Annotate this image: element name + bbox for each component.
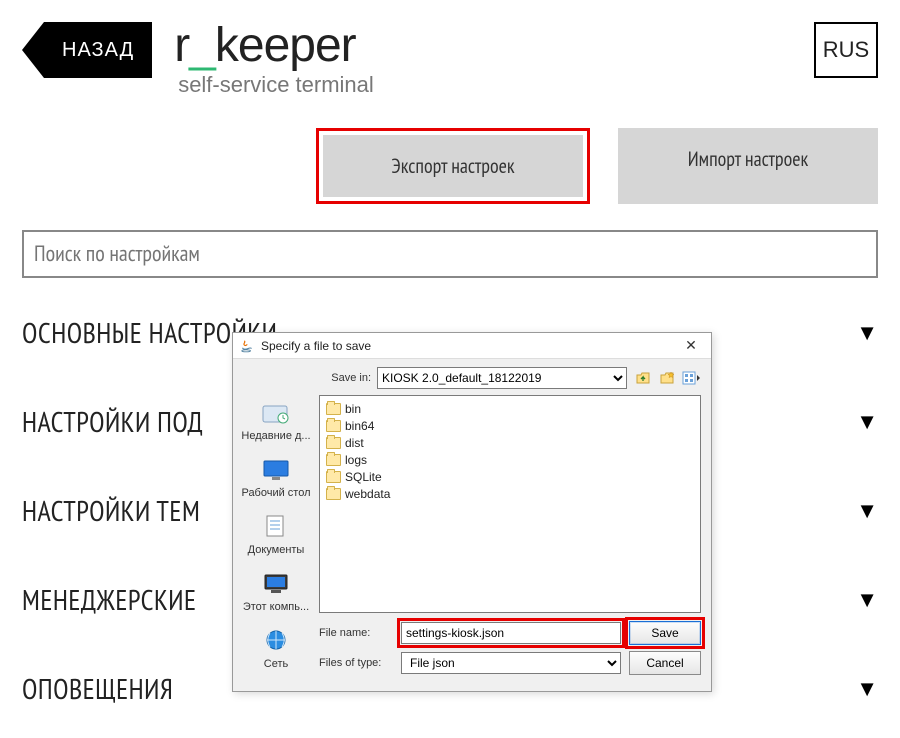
chevron-down-icon: ▼ <box>856 587 878 613</box>
app-logo: r_keeper self-service terminal <box>174 22 374 98</box>
logo-prefix: r <box>174 19 189 72</box>
close-icon[interactable]: ✕ <box>677 336 705 356</box>
folder-icon <box>326 420 341 432</box>
search-input[interactable] <box>22 230 878 278</box>
filetype-label: Files of type: <box>319 657 393 669</box>
view-mode-icon[interactable] <box>681 368 701 388</box>
language-button[interactable]: RUS <box>814 22 878 78</box>
section-title: МЕНЕДЖЕРСКИЕ <box>22 581 197 618</box>
dialog-titlebar[interactable]: Specify a file to save ✕ <box>233 333 711 359</box>
section-title: НАСТРОЙКИ ПОД <box>22 403 203 440</box>
filename-input[interactable] <box>401 622 621 644</box>
cancel-button-label: Cancel <box>646 656 683 670</box>
folder-item[interactable]: webdata <box>326 485 694 502</box>
sidebar-item-label: Документы <box>248 544 305 556</box>
recent-icon <box>260 399 292 427</box>
back-arrow-icon <box>22 22 44 78</box>
folder-name: bin <box>345 402 361 416</box>
java-icon <box>239 338 255 354</box>
file-list-area[interactable]: bin bin64 dist logs SQLite webdata <box>319 395 701 613</box>
new-folder-icon[interactable] <box>657 368 677 388</box>
sidebar-documents[interactable]: Документы <box>241 513 311 556</box>
sidebar-recent[interactable]: Недавние д... <box>241 399 311 442</box>
save-button-label: Save <box>651 626 678 640</box>
save-in-dropdown[interactable]: KIOSK 2.0_default_18122019 <box>377 367 627 389</box>
chevron-down-icon: ▼ <box>856 498 878 524</box>
folder-item[interactable]: SQLite <box>326 468 694 485</box>
folder-name: SQLite <box>345 470 382 484</box>
folder-name: dist <box>345 436 364 450</box>
sidebar-network[interactable]: Сеть <box>241 627 311 670</box>
folder-icon <box>326 454 341 466</box>
export-button-wrapper: Экспорт настроек <box>316 128 590 204</box>
folder-icon <box>326 471 341 483</box>
folder-icon <box>326 403 341 415</box>
desktop-icon <box>260 456 292 484</box>
save-file-dialog: Specify a file to save ✕ Недавние д... Р… <box>232 332 712 692</box>
logo-suffix: keeper <box>215 19 356 72</box>
folder-item[interactable]: logs <box>326 451 694 468</box>
sidebar-item-label: Недавние д... <box>241 430 310 442</box>
dialog-title: Specify a file to save <box>261 339 677 353</box>
export-label: Экспорт настроек <box>391 153 514 179</box>
folder-item[interactable]: dist <box>326 434 694 451</box>
back-button[interactable]: НАЗАД <box>22 22 152 78</box>
back-button-label: НАЗАД <box>44 22 152 78</box>
section-title: ОПОВЕЩЕНИЯ <box>22 670 173 707</box>
sidebar-item-label: Рабочий стол <box>241 487 310 499</box>
chevron-down-icon: ▼ <box>856 320 878 346</box>
section-title: НАСТРОЙКИ ТЕМ <box>22 492 200 529</box>
filetype-dropdown[interactable]: File json <box>401 652 621 674</box>
export-settings-button[interactable]: Экспорт настроек <box>323 135 583 197</box>
logo-subtitle: self-service terminal <box>178 72 374 98</box>
folder-icon <box>326 488 341 500</box>
network-icon <box>260 627 292 655</box>
folder-name: logs <box>345 453 367 467</box>
folder-name: bin64 <box>345 419 374 433</box>
save-in-label: Save in: <box>319 372 371 384</box>
filename-label: File name: <box>319 627 393 639</box>
sidebar-desktop[interactable]: Рабочий стол <box>241 456 311 499</box>
folder-icon <box>326 437 341 449</box>
logo-underscore: _ <box>189 19 215 72</box>
language-label: RUS <box>823 37 869 63</box>
sidebar-this-pc[interactable]: Этот компь... <box>241 570 311 613</box>
computer-icon <box>260 570 292 598</box>
folder-name: webdata <box>345 487 390 501</box>
save-button[interactable]: Save <box>629 621 701 645</box>
sidebar-item-label: Сеть <box>264 658 288 670</box>
chevron-down-icon: ▼ <box>856 676 878 702</box>
documents-icon <box>260 513 292 541</box>
folder-item[interactable]: bin64 <box>326 417 694 434</box>
cancel-button[interactable]: Cancel <box>629 651 701 675</box>
folder-item[interactable]: bin <box>326 400 694 417</box>
chevron-down-icon: ▼ <box>856 409 878 435</box>
sidebar-item-label: Этот компь... <box>243 601 309 613</box>
import-settings-button[interactable]: Импорт настроек <box>618 128 878 204</box>
up-folder-icon[interactable] <box>633 368 653 388</box>
import-label: Импорт настроек <box>688 146 809 172</box>
